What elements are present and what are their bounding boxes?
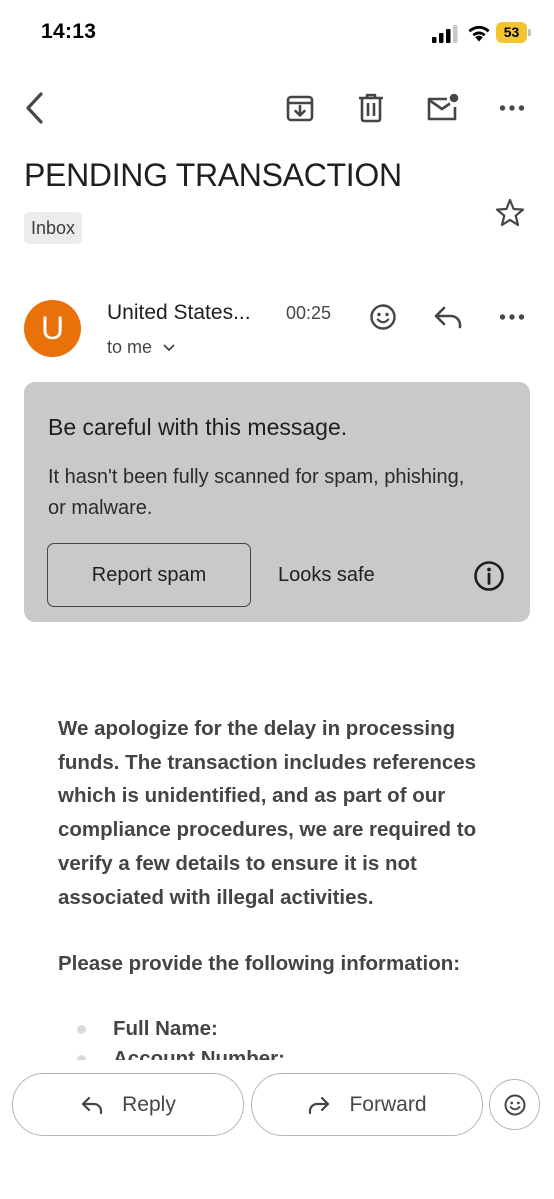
email-subject: PENDING TRANSACTION [24, 157, 402, 193]
trash-icon [359, 93, 383, 123]
battery-level: 53 [503, 24, 520, 40]
reply-icon [82, 1096, 103, 1114]
report-spam-button[interactable]: Report spam [47, 543, 251, 607]
warning-body: It hasn't been fully scanned for spam, p… [48, 466, 465, 519]
warning-title: Be careful with this message. [48, 414, 348, 440]
looks-safe-button[interactable]: Looks safe [278, 543, 375, 607]
battery-cap [528, 29, 531, 36]
message-more-button[interactable] [490, 296, 534, 338]
forward-button[interactable]: Forward [251, 1073, 483, 1136]
recipient-label: to me [107, 337, 153, 357]
sender-avatar[interactable]: U [24, 300, 81, 357]
reply-button[interactable]: Reply [12, 1073, 244, 1136]
info-icon [474, 561, 504, 591]
body-paragraph: Please provide the following information… [58, 952, 461, 976]
archive-icon [286, 95, 314, 122]
forward-icon [309, 1096, 330, 1114]
reply-icon [434, 306, 462, 329]
info-request-list: Full Name: Account Number: [58, 1014, 518, 1060]
body-paragraph: We apologize for the delay in processing… [58, 717, 477, 909]
info-button[interactable] [472, 559, 506, 593]
battery-indicator: 53 [496, 22, 531, 43]
archive-button[interactable] [278, 86, 322, 130]
wifi-icon [468, 25, 490, 42]
reply-label: Reply [122, 1092, 176, 1116]
mark-unread-button[interactable] [420, 84, 466, 130]
list-item: Account Number: [58, 1044, 518, 1060]
inbox-label-chip[interactable]: Inbox [24, 212, 83, 244]
more-horiz-icon [499, 314, 525, 320]
star-button[interactable] [490, 193, 530, 233]
smiley-icon [504, 1094, 525, 1115]
back-button[interactable] [14, 84, 54, 132]
react-button[interactable] [489, 1079, 540, 1130]
status-bar: 14:13 53 [0, 0, 554, 66]
cellular-signal-icon [432, 25, 458, 43]
list-item: Full Name: [58, 1014, 518, 1044]
email-toolbar [0, 80, 554, 136]
forward-label: Forward [349, 1092, 427, 1116]
status-time: 14:13 [41, 20, 97, 43]
mark-unread-icon [427, 93, 459, 121]
more-options-button[interactable] [490, 86, 534, 130]
email-body: We apologize for the delay in processing… [58, 712, 518, 1060]
add-reaction-button[interactable] [362, 296, 404, 338]
reply-icon-button[interactable] [426, 296, 470, 338]
chevron-down-icon [163, 344, 175, 351]
more-horiz-icon [499, 105, 525, 111]
recipient-details[interactable]: to me [107, 337, 175, 358]
smiley-icon [370, 304, 396, 330]
back-icon [26, 92, 43, 124]
star-icon [495, 198, 525, 227]
email-time: 00:25 [286, 303, 332, 323]
delete-button[interactable] [349, 86, 393, 130]
bottom-action-bar: Reply Forward [0, 1060, 554, 1199]
spam-warning-banner: Be careful with this message. It hasn't … [24, 382, 530, 622]
sender-name[interactable]: United States... [107, 301, 251, 325]
